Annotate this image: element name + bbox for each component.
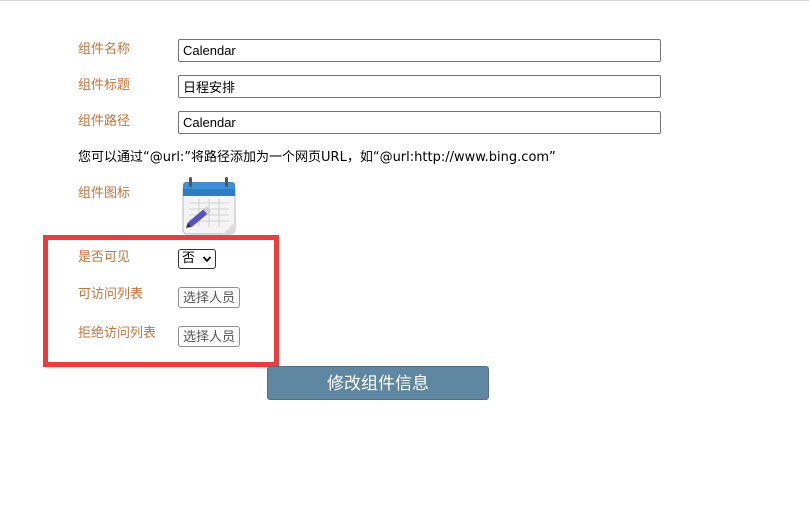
component-path-label: 组件路径: [78, 114, 131, 129]
component-title-input[interactable]: [178, 75, 661, 98]
component-path-input[interactable]: [178, 111, 661, 134]
path-hint-text: 您可以通过“@url:”将路径添加为一个网页URL，如“@url:http://…: [78, 150, 556, 165]
top-divider: [0, 0, 809, 1]
calendar-icon: [179, 175, 241, 237]
component-name-label: 组件名称: [78, 42, 131, 57]
component-icon-label: 组件图标: [78, 186, 131, 201]
component-name-input[interactable]: [178, 39, 661, 62]
submit-component-button[interactable]: 修改组件信息: [267, 366, 489, 400]
component-title-label: 组件标题: [78, 78, 131, 93]
highlight-box: [43, 235, 279, 367]
